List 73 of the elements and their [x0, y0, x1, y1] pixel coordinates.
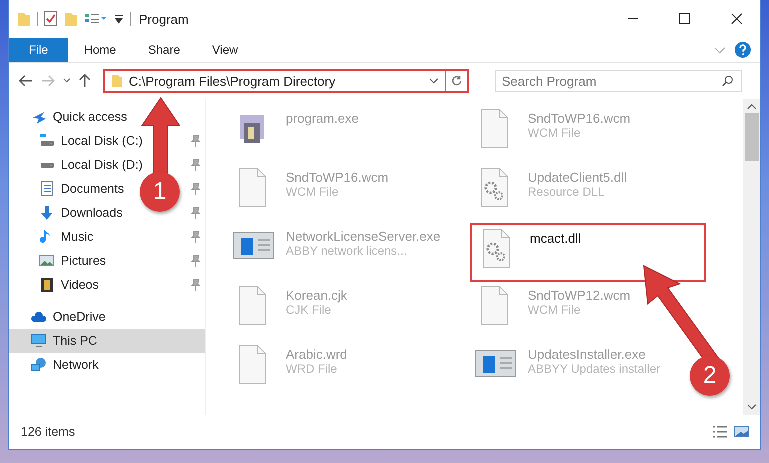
file-name: UpdatesInstaller.exe: [528, 347, 647, 362]
scroll-thumb[interactable]: [744, 113, 758, 161]
file-name: NetworkLicenseServer.exe: [286, 229, 441, 244]
file-name: UpdateClient5.dll: [528, 170, 628, 185]
pin-icon[interactable]: [191, 207, 201, 219]
dropdown-icon[interactable]: [63, 78, 71, 84]
maximize-icon[interactable]: [679, 13, 691, 25]
file-type: WCM File: [528, 303, 582, 317]
ribbon-tab[interactable]: Home: [68, 38, 132, 62]
file-name: SndToWP12.wcm: [528, 288, 631, 303]
star-icon: [31, 109, 47, 125]
network-icon: [31, 357, 47, 373]
sidebar-item[interactable]: OneDrive: [9, 305, 110, 329]
file-name: Arabic.wrd: [286, 347, 348, 362]
file-type: Resource DLL: [528, 185, 606, 199]
file-name: mcact.dll: [530, 231, 582, 246]
pin-icon[interactable]: [191, 231, 201, 243]
refresh-icon[interactable]: [450, 75, 462, 87]
sidebar-item[interactable]: Network: [9, 353, 103, 377]
file-type: WCM File: [528, 126, 582, 140]
dropdown-icon[interactable]: [429, 78, 439, 84]
sidebar-item[interactable]: This PC: [9, 329, 205, 353]
details-view-icon[interactable]: [712, 425, 728, 439]
ribbon-tab[interactable]: View: [196, 38, 254, 62]
address-bar[interactable]: C:\Program Files\Program Directory: [103, 69, 469, 93]
file-type: ABBY network licens...: [286, 244, 408, 258]
sidebar-item[interactable]: Videos: [9, 273, 103, 297]
back-icon[interactable]: [19, 75, 33, 87]
properties-icon[interactable]: [44, 11, 58, 27]
pin-icon[interactable]: [191, 159, 201, 171]
search-icon[interactable]: [722, 75, 734, 87]
close-icon[interactable]: [731, 13, 743, 25]
folder-icon: [111, 74, 123, 88]
file-name: program.exe: [286, 111, 359, 126]
sidebar-item[interactable]: Local Disk (C:): [9, 129, 147, 153]
pin-icon[interactable]: [191, 183, 201, 195]
document-icon: [39, 181, 55, 197]
window-title: Program: [139, 12, 190, 26]
sidebar-item[interactable]: Pictures: [9, 249, 110, 273]
cloud-icon: [31, 309, 47, 325]
file-type: WRD File: [286, 362, 338, 376]
tiles-view-icon[interactable]: [734, 425, 750, 439]
file-type: CJK File: [286, 303, 332, 317]
monitor-icon: [31, 333, 47, 349]
scroll-down-icon[interactable]: [746, 403, 756, 411]
scroll-up-icon[interactable]: [746, 103, 756, 111]
ribbon-tab[interactable]: File: [9, 38, 68, 62]
sidebar-item[interactable]: Quick access: [9, 105, 132, 129]
pin-icon[interactable]: [191, 135, 201, 147]
file-name: Korean.cjk: [286, 288, 348, 303]
caret-icon[interactable]: [114, 13, 124, 25]
pin-icon[interactable]: [191, 279, 201, 291]
picture-icon: [39, 253, 55, 269]
file-type: ABBYY Updates installer: [528, 362, 661, 376]
help-icon[interactable]: [734, 41, 752, 59]
pin-icon[interactable]: [191, 255, 201, 267]
file-name: SndToWP16.wcm: [528, 111, 631, 126]
view-menu-icon[interactable]: [84, 12, 108, 26]
chevron-icon[interactable]: [714, 46, 726, 56]
ribbon-tab[interactable]: Share: [132, 38, 196, 62]
search-field[interactable]: Search Program: [495, 70, 742, 92]
file-name: SndToWP16.wcm: [286, 170, 389, 185]
sidebar-item[interactable]: Documents: [9, 177, 128, 201]
item-count: 126 items: [21, 425, 76, 439]
file-item[interactable]: mcact.dll: [470, 223, 706, 282]
download-icon: [39, 205, 55, 221]
film-icon: [39, 277, 55, 293]
drive-icon: [39, 133, 55, 149]
sidebar-item[interactable]: Music: [9, 225, 98, 249]
sidebar-item[interactable]: Downloads: [9, 201, 127, 225]
scrollbar[interactable]: [743, 99, 760, 415]
up-icon[interactable]: [79, 74, 91, 88]
file-type: WCM File: [286, 185, 340, 199]
